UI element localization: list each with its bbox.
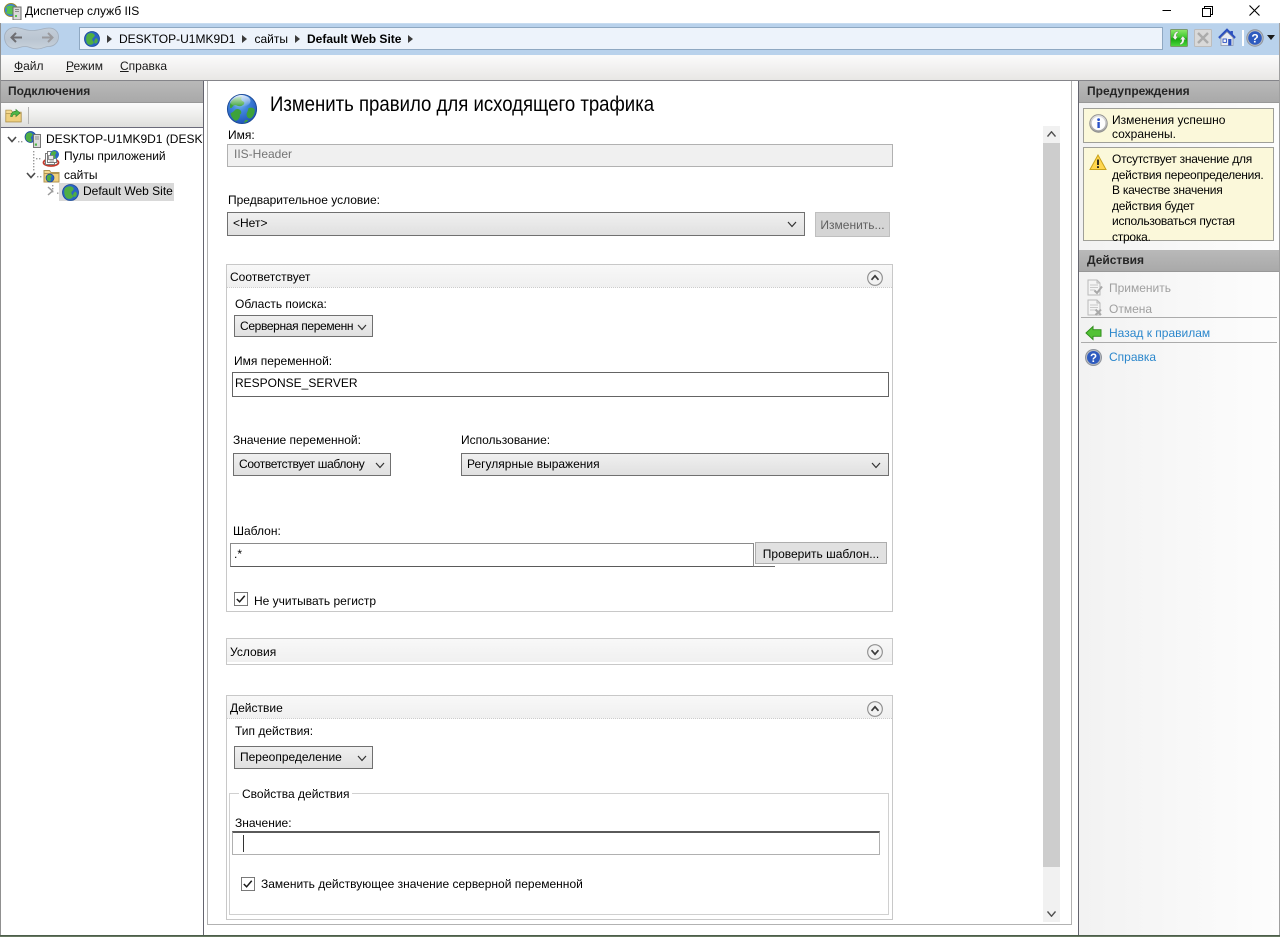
svg-text:?: ? (1090, 353, 1097, 365)
svg-text:?: ? (1251, 31, 1258, 45)
